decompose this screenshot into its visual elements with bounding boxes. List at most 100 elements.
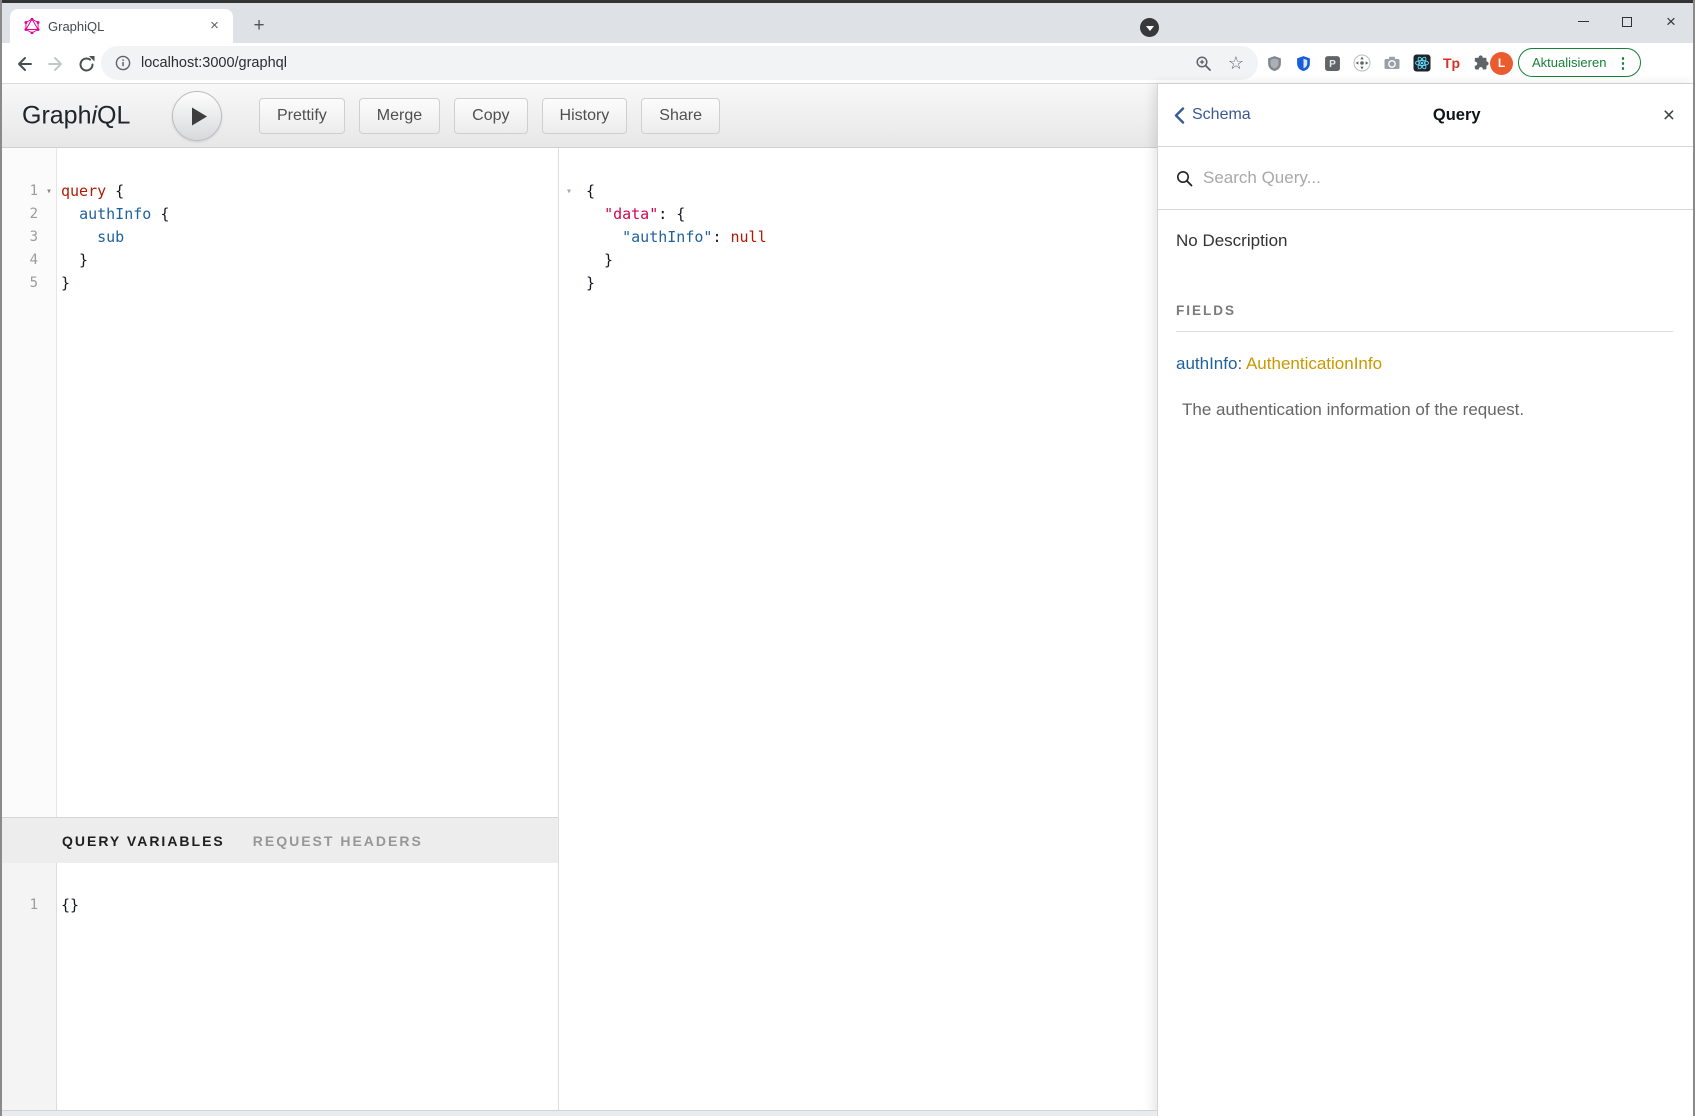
doc-search-bar [1158,147,1695,210]
code-token: } [586,274,595,292]
tab-request-headers[interactable]: REQUEST HEADERS [253,833,423,849]
doc-explorer-header: Schema Query × [1158,84,1695,147]
result-viewer: ▾{ "data": { "authInfo": null }} [559,148,1157,1116]
minimize-button[interactable] [1561,3,1605,40]
code-token: authInfo [79,205,151,223]
browser-window: GraphiQL × + × [0,0,1695,1116]
camera-extension-icon[interactable] [1383,54,1401,72]
fold-marker-icon[interactable]: ▾ [559,180,582,203]
code-text: {} [57,894,79,917]
query-editor[interactable]: 1▾query {2 authInfo {3 sub4 }5} [0,148,558,817]
tp-extension-icon[interactable]: Tp [1443,55,1460,71]
tab-strip: GraphiQL × + × [0,3,1695,43]
code-text: } [582,272,595,295]
p-extension-icon[interactable]: P [1324,55,1341,72]
back-button[interactable] [12,52,36,76]
bookmark-star-icon[interactable]: ☆ [1228,54,1244,72]
window-frame-left [0,0,2,1116]
code-text: authInfo { [57,203,169,226]
toolbar-button-share[interactable]: Share [641,98,720,134]
window-bottom-edge [0,1110,1157,1116]
code-token: { [106,182,124,200]
code-line: 3 sub [0,226,558,249]
site-info-icon[interactable] [115,55,131,71]
code-token [586,205,604,223]
toolbar-button-prettify[interactable]: Prettify [259,98,345,134]
code-text: "authInfo": null [582,226,767,249]
react-devtools-icon[interactable] [1413,54,1431,72]
forward-button[interactable] [44,52,68,76]
code-token: {} [61,896,79,914]
code-token: query [61,182,106,200]
code-text: } [57,249,88,272]
fields-heading: FIELDS [1176,303,1673,332]
line-number: 2 [0,203,41,226]
line-number: 1 [0,180,41,203]
update-chip-label: Aktualisieren [1532,55,1606,70]
code-text: query { [57,180,124,203]
close-window-button[interactable]: × [1649,3,1693,40]
code-line: "data": { [559,203,1157,226]
code-token [61,228,97,246]
execute-query-button[interactable] [172,91,222,141]
update-chip[interactable]: Aktualisieren ⋮ [1518,48,1641,77]
kebab-menu-icon[interactable]: ⋮ [1615,54,1630,72]
code-token: } [586,251,613,269]
code-token: sub [97,228,124,246]
code-line: 2 authInfo { [0,203,558,226]
fold-marker-icon[interactable]: ▾ [41,180,57,203]
code-token [586,228,622,246]
field-name-link[interactable]: authInfo [1176,354,1237,373]
code-token: { [151,205,169,223]
code-token: "authInfo" [622,228,712,246]
toolbar-button-merge[interactable]: Merge [359,98,440,134]
extensions-puzzle-icon[interactable] [1472,54,1490,72]
toolbar-button-copy[interactable]: Copy [454,98,527,134]
reload-button[interactable] [74,52,98,76]
field-description: The authentication information of the re… [1182,400,1673,420]
graphiql-toolbar: GraphiQL PrettifyMergeCopyHistoryShare [0,84,1157,148]
window-controls: × [1561,3,1693,40]
profile-avatar[interactable]: L [1490,52,1513,75]
code-text: sub [57,226,124,249]
code-token [61,205,79,223]
editor-pane: 1▾query {2 authInfo {3 sub4 }5} QUERY VA… [0,148,558,1116]
zoom-icon[interactable] [1195,55,1212,72]
search-icon [1176,170,1193,187]
omnibox[interactable]: localhost:3000/graphql ☆ [101,46,1258,80]
chevron-left-icon [1174,107,1185,124]
fold-spacer [559,249,582,272]
fold-spacer [559,226,582,249]
window-frame-top [0,0,1695,3]
type-description: No Description [1176,231,1673,251]
bitwarden-icon[interactable] [1295,55,1312,72]
doc-close-button[interactable]: × [1663,105,1675,126]
url-text: localhost:3000/graphql [141,55,1195,71]
tab-search-button[interactable] [1140,18,1159,37]
extensions-row: P Tp [1266,43,1490,83]
variables-editor[interactable]: 1{} [0,863,558,1116]
code-text: "data": { [582,203,685,226]
doc-explorer: Schema Query × No Description FIELDS aut… [1157,84,1695,1116]
maximize-button[interactable] [1605,3,1649,40]
crosshair-extension-icon[interactable] [1353,54,1371,72]
toolbar-button-history[interactable]: History [542,98,628,134]
ublock-origin-icon[interactable] [1266,55,1283,72]
tab-title: GraphiQL [48,19,206,34]
toolbar-buttons: Prettify Merge Copy History Share [259,84,720,148]
code-text: } [582,249,613,272]
svg-text:P: P [1329,59,1336,70]
type-name-link[interactable]: AuthenticationInfo [1246,354,1382,373]
browser-tab-graphiql[interactable]: GraphiQL × [10,9,233,43]
code-line: 1▾query { [0,180,558,203]
doc-back-button[interactable]: Schema [1174,106,1251,124]
code-token: { [586,182,595,200]
workspace: 1▾query {2 authInfo {3 sub4 }5} QUERY VA… [0,148,1157,1116]
new-tab-button[interactable]: + [246,13,272,39]
tab-close-icon[interactable]: × [206,18,223,35]
code-token: null [731,228,767,246]
tab-query-variables[interactable]: QUERY VARIABLES [62,833,225,849]
close-icon: × [1666,13,1676,30]
caret-down-icon [1146,26,1154,31]
doc-search-input[interactable] [1203,168,1695,188]
